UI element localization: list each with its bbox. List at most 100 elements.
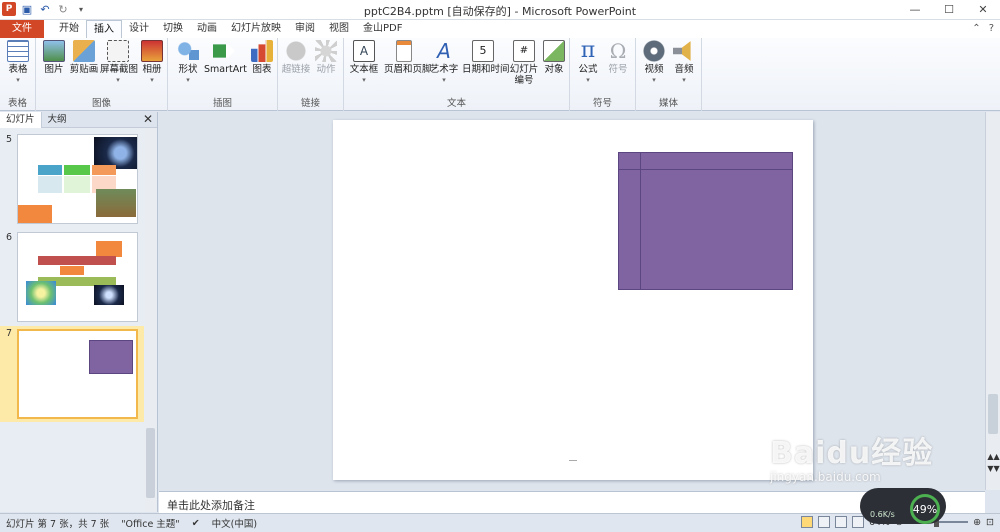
- textbox-icon: A: [353, 40, 375, 62]
- purple-table-shape[interactable]: [618, 152, 793, 290]
- audio-icon: [673, 41, 691, 61]
- screenshot-icon: [107, 40, 129, 62]
- window-controls: — ☐ ✕: [898, 0, 1000, 18]
- tab-design[interactable]: 设计: [122, 20, 156, 38]
- tab-animations[interactable]: 动画: [190, 20, 224, 38]
- slide-sorter-button[interactable]: [817, 516, 830, 528]
- header-footer-icon: [396, 40, 412, 62]
- fit-to-window-icon[interactable]: ⊡: [986, 517, 994, 528]
- screenshot-button[interactable]: 屏幕截图 ▾: [100, 40, 138, 84]
- shapes-icon: [177, 40, 199, 62]
- network-rate: 0.6K/s: [870, 510, 895, 519]
- notes-placeholder: 单击此处添加备注: [167, 499, 255, 512]
- zoom-in-icon[interactable]: ⊕: [973, 517, 981, 528]
- shapes-button[interactable]: 形状 ▾: [170, 40, 206, 84]
- object-icon: [543, 40, 565, 62]
- network-speed-widget: 0.6K/s 49%: [860, 488, 946, 524]
- tab-transitions[interactable]: 切换: [156, 20, 190, 38]
- chart-icon: [251, 40, 273, 62]
- slide-number-icon: #: [513, 40, 535, 62]
- tab-home[interactable]: 开始: [52, 20, 86, 38]
- baidu-watermark: Baidu经验 jingyan.baidu.com: [770, 436, 934, 484]
- normal-view-button[interactable]: [800, 516, 813, 528]
- title-bar: P ▣ ↶ ↻ ▾ pptC2B4.pptm [自动保存的] - Microso…: [0, 0, 1000, 20]
- minimize-ribbon-icon[interactable]: ⌃: [972, 23, 980, 34]
- prev-slide-icon[interactable]: ▲▲: [986, 452, 1000, 461]
- symbol-icon: Ω: [609, 39, 627, 63]
- slideshow-button[interactable]: [851, 516, 864, 528]
- ribbon-tabs: 文件 开始 插入 设计 切换 动画 幻灯片放映 审阅 视图 金山PDF ⌃ ?: [0, 20, 1000, 38]
- object-button[interactable]: 对象: [536, 40, 572, 76]
- tab-slides[interactable]: 幻灯片: [0, 111, 42, 128]
- group-symbols: π 公式 ▾ Ω 符号 符号: [570, 38, 636, 111]
- tab-insert[interactable]: 插入: [86, 20, 122, 38]
- clipart-icon: [73, 40, 95, 62]
- panel-scroll-thumb[interactable]: [146, 428, 155, 498]
- editor-scroll-thumb[interactable]: [988, 394, 998, 434]
- wordart-button[interactable]: A 艺术字 ▾: [426, 40, 462, 84]
- table-icon: [7, 40, 29, 62]
- tab-kingsoft-pdf[interactable]: 金山PDF: [356, 20, 409, 38]
- datetime-button[interactable]: 5 日期和时间: [462, 40, 510, 76]
- textbox-button[interactable]: A 文本框 ▾: [346, 40, 382, 84]
- smartart-icon: [213, 44, 235, 58]
- tab-file[interactable]: 文件: [0, 20, 44, 38]
- theme-status[interactable]: "Office 主题": [115, 516, 186, 530]
- audio-button[interactable]: 音频 ▾: [666, 40, 702, 84]
- datetime-icon: 5: [472, 40, 494, 62]
- slide-thumbnail-6[interactable]: 6: [0, 230, 144, 324]
- chart-button[interactable]: 图表: [244, 40, 280, 76]
- equation-icon: π: [580, 38, 596, 63]
- tab-review[interactable]: 审阅: [288, 20, 322, 38]
- header-footer-button[interactable]: 页眉和页脚: [384, 40, 432, 76]
- shape-vertical-divider: [640, 153, 641, 289]
- help-icon[interactable]: ?: [989, 23, 994, 34]
- group-illustrations: 形状 ▾ SmartArt 图表 插图: [168, 38, 278, 111]
- video-icon: [643, 40, 665, 62]
- slide-count-status: 幻灯片 第 7 张，共 7 张: [6, 519, 110, 530]
- panel-tabs: 幻灯片 大纲 ✕: [0, 111, 157, 128]
- group-images: 图片 剪贴画 屏幕截图 ▾ 相册 ▾ 图像: [36, 38, 168, 111]
- slides-panel: 幻灯片 大纲 ✕ 5 6 7: [0, 111, 158, 512]
- thumbnail-image: [17, 134, 138, 224]
- album-button[interactable]: 相册 ▾: [134, 40, 170, 84]
- spellcheck-icon[interactable]: ✔: [186, 518, 206, 529]
- table-button[interactable]: 表格 ▾: [0, 40, 36, 84]
- album-icon: [141, 40, 163, 62]
- tab-outline[interactable]: 大纲: [42, 112, 73, 128]
- language-status[interactable]: 中文(中国): [206, 516, 263, 530]
- minimize-button[interactable]: —: [898, 0, 932, 18]
- panel-close-icon[interactable]: ✕: [143, 112, 153, 126]
- ribbon-insert: 表格 ▾ 表格 图片 剪贴画 屏幕截图 ▾ 相册 ▾ 图像 形状 ▾ Smart…: [0, 38, 1000, 111]
- panel-scrollbar[interactable]: [145, 128, 156, 512]
- editor-scrollbar[interactable]: ▲▲ ▼▼: [985, 112, 1000, 490]
- next-slide-icon[interactable]: ▼▼: [986, 464, 1000, 473]
- status-bar: 幻灯片 第 7 张，共 7 张 "Office 主题" ✔ 中文(中国) 64%…: [0, 513, 1000, 532]
- thumbnail-image: [17, 232, 138, 322]
- tab-slideshow[interactable]: 幻灯片放映: [224, 20, 288, 38]
- smartart-button[interactable]: SmartArt: [204, 40, 247, 76]
- wordart-icon: A: [437, 39, 451, 63]
- symbol-button[interactable]: Ω 符号: [600, 40, 636, 76]
- reading-view-button[interactable]: [834, 516, 847, 528]
- window-title: pptC2B4.pptm [自动保存的] - Microsoft PowerPo…: [363, 5, 637, 18]
- slide-thumbnail-5[interactable]: 5: [0, 132, 144, 226]
- close-button[interactable]: ✕: [966, 0, 1000, 18]
- hyperlink-icon: [285, 40, 307, 62]
- group-links: 超链接 动作 链接: [278, 38, 344, 111]
- shape-horizontal-divider: [619, 169, 792, 170]
- tab-view[interactable]: 视图: [322, 20, 356, 38]
- group-table: 表格 ▾ 表格: [0, 38, 36, 111]
- group-text: A 文本框 ▾ 页眉和页脚 A 艺术字 ▾ 5 日期和时间 # 幻灯片 编号 对…: [344, 38, 570, 111]
- ribbon-right-controls: ⌃ ?: [972, 23, 994, 34]
- slide-footer-mark: [569, 460, 577, 461]
- action-icon: [315, 40, 337, 62]
- picture-icon: [43, 40, 65, 62]
- slide-canvas[interactable]: [333, 120, 813, 480]
- maximize-button[interactable]: ☐: [932, 0, 966, 18]
- clipart-button[interactable]: 剪贴画: [66, 40, 102, 76]
- action-button[interactable]: 动作: [308, 40, 344, 76]
- group-media: 视频 ▾ 音频 ▾ 媒体: [636, 38, 702, 111]
- thumbnail-image: [17, 329, 138, 419]
- slide-thumbnail-7[interactable]: 7: [0, 326, 144, 422]
